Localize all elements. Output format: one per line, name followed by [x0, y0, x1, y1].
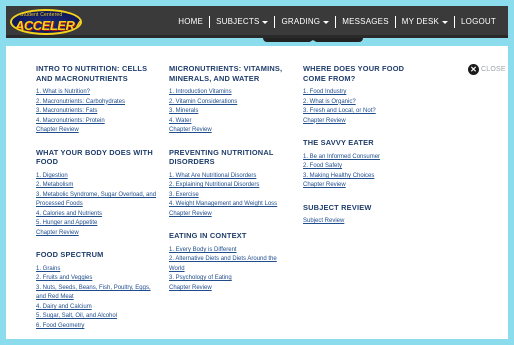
lesson-list: 1. What Are Nutritional Disorders 2. Expl… [169, 172, 293, 210]
lesson-link[interactable]: 4. Weight Management and Weight Loss [169, 200, 293, 210]
lesson-link[interactable]: 1. What Are Nutritional Disorders [169, 172, 293, 182]
lesson-link[interactable]: 3. Macronutrients: Fats [36, 107, 160, 117]
chapter-review-link[interactable]: Subject Review [303, 217, 427, 227]
lesson-link[interactable]: 3. Making Healthy Choices [303, 172, 427, 182]
chapter-section: PREVENTING NUTRITIONAL DISORDERS 1. What … [169, 148, 293, 220]
logo-name: ACCELERATE [15, 18, 82, 33]
lesson-list: 1. Food Industry 2. What is Organic? 3. Fr… [303, 88, 427, 117]
lesson-list: 1. Introduction Vitamins 2. Vitamin Consi… [169, 88, 293, 126]
chapter-title: PREVENTING NUTRITIONAL DISORDERS [169, 147, 274, 167]
lesson-link[interactable]: 2. Metabolism [36, 181, 160, 191]
lesson-link[interactable]: 1. Every Body is Different [169, 246, 293, 256]
lesson-link[interactable]: 2. Vitamin Considerations [169, 98, 293, 108]
lesson-link[interactable]: 2. Fruits and Veggies [36, 274, 160, 284]
chapter-title: EATING IN CONTEXT [169, 231, 247, 241]
subjects-dropdown-panel: ✕ CLOSE INTRO TO NUTRITION: CELLS AND MA… [6, 46, 508, 339]
lesson-link[interactable]: 1. Digestion [36, 172, 160, 182]
close-button[interactable]: ✕ CLOSE [468, 64, 506, 75]
chapter-section: MICRONUTRIENTS: VITAMINS, MINERALS, AND … [169, 64, 293, 136]
lesson-link[interactable]: 2. Macronutrients: Carbohydrates [36, 98, 160, 108]
chapter-section: INTRO TO NUTRITION: CELLS AND MACRONUTRI… [36, 64, 160, 136]
lesson-link[interactable]: 3. Fresh and Local, or Not? [303, 107, 427, 117]
chapter-review-link[interactable]: Chapter Review [303, 117, 427, 127]
nav-messages[interactable]: MESSAGES [336, 16, 395, 28]
chapter-review-link[interactable]: Chapter Review [36, 126, 160, 136]
chapter-title: WHERE DOES YOUR FOOD COME FROM? [303, 64, 405, 83]
chapter-review-link[interactable]: Chapter Review [303, 181, 427, 191]
lesson-link[interactable]: 3. Nuts, Seeds, Beans, Fish, Poultry, Eg… [36, 284, 160, 303]
nav-subjects[interactable]: SUBJECTS [210, 16, 274, 28]
lesson-link[interactable]: 1. What is Nutrition? [36, 88, 160, 98]
lesson-link[interactable]: 6. Food Geometry [36, 322, 160, 332]
lesson-link[interactable]: 2. Explaining Nutritional Disorders [169, 181, 293, 191]
chapter-column: MICRONUTRIENTS: VITAMINS, MINERALS, AND … [169, 64, 293, 305]
nav-my-desk[interactable]: MY DESK [396, 16, 454, 28]
lesson-link[interactable]: 1. Be an Informed Consumer [303, 153, 427, 163]
chapter-column: INTRO TO NUTRITION: CELLS AND MACRONUTRI… [36, 64, 160, 339]
chapter-title: INTRO TO NUTRITION: CELLS AND MACRONUTRI… [36, 64, 148, 83]
chapter-section: FOOD SPECTRUM 1. Grains 2. Fruits and Vegg… [36, 250, 160, 331]
chevron-down-icon [442, 20, 449, 24]
nav-logout[interactable]: LOGOUT [455, 16, 502, 28]
chapter-section: WHERE DOES YOUR FOOD COME FROM? 1. Food I… [303, 64, 427, 126]
lesson-list: 1. Every Body is Different 2. Alternative… [169, 246, 293, 284]
chapter-title: SUBJECT REVIEW [303, 202, 372, 212]
lesson-link[interactable]: 3. Psychology of Eating [169, 274, 293, 284]
lesson-link[interactable]: 5. Sugar, Salt, Oil, and Alcohol [36, 312, 160, 322]
lesson-link[interactable]: 3. Metabolic Syndrome, Sugar Overload, a… [36, 191, 160, 210]
chapter-section: EATING IN CONTEXT 1. Every Body is Differ… [169, 231, 293, 293]
chapter-section: SUBJECT REVIEW Subject Review [303, 203, 427, 227]
nav-my-desk-label: MY DESK [401, 17, 440, 26]
lesson-link[interactable]: 1. Introduction Vitamins [169, 88, 293, 98]
chapter-review-link[interactable]: Chapter Review [169, 126, 293, 136]
chapter-section: THE SAVVY EATER 1. Be an Informed Consume… [303, 138, 427, 191]
lesson-link[interactable]: 1. Grains [36, 265, 160, 275]
chevron-down-icon [323, 20, 330, 24]
lesson-link[interactable]: 1. Food Industry [303, 88, 427, 98]
lesson-list: 1. Be an Informed Consumer 2. Food Safety… [303, 153, 427, 182]
nav-grading-label: GRADING [281, 17, 321, 26]
chapter-title: FOOD SPECTRUM [36, 250, 104, 260]
nav-logout-label: LOGOUT [461, 17, 496, 26]
top-navbar: Student Centered ACCELERATE HOME SUBJECT… [6, 6, 508, 38]
nav-home-label: HOME [178, 17, 204, 26]
chapter-column: WHERE DOES YOUR FOOD COME FROM? 1. Food I… [303, 64, 427, 239]
lesson-link[interactable]: 3. Minerals [169, 107, 293, 117]
lesson-list: 1. Grains 2. Fruits and Veggies 3. Nuts, S… [36, 265, 160, 332]
lesson-link[interactable]: 4. Macronutrients: Protein [36, 117, 160, 127]
close-label: CLOSE [481, 66, 506, 73]
chevron-down-icon [262, 20, 269, 24]
chapter-title: WHAT YOUR BODY DOES WITH FOOD [36, 147, 153, 167]
lesson-link[interactable]: 4. Calories and Nutrients [36, 210, 160, 220]
accelerate-logo[interactable]: Student Centered ACCELERATE [10, 9, 82, 35]
close-icon: ✕ [468, 64, 479, 75]
chapter-section: WHAT YOUR BODY DOES WITH FOOD 1. Digestio… [36, 148, 160, 239]
main-nav: HOME SUBJECTS GRADING MESSAGES MY DESK L… [172, 6, 502, 38]
lesson-link[interactable]: 4. Water [169, 117, 293, 127]
lesson-link[interactable]: 3. Exercise [169, 191, 293, 201]
lesson-link[interactable]: 5. Hunger and Appetite [36, 219, 160, 229]
chapter-title: MICRONUTRIENTS: VITAMINS, MINERALS, AND … [169, 64, 283, 83]
chapter-review-link[interactable]: Chapter Review [169, 210, 293, 220]
lesson-list: 1. Digestion 2. Metabolism 3. Metabolic Sy… [36, 172, 160, 229]
lesson-link[interactable]: 2. Alternative Diets and Diets Around th… [169, 255, 293, 274]
nav-subjects-label: SUBJECTS [216, 17, 260, 26]
nav-home[interactable]: HOME [172, 16, 209, 28]
lesson-list: 1. What is Nutrition? 2. Macronutrients: … [36, 88, 160, 126]
nav-grading[interactable]: GRADING [275, 16, 335, 28]
nav-messages-label: MESSAGES [342, 17, 389, 26]
chapter-title: THE SAVVY EATER [303, 138, 374, 148]
chapter-review-link[interactable]: Chapter Review [169, 284, 293, 294]
lesson-link[interactable]: 2. What is Organic? [303, 98, 427, 108]
lesson-link[interactable]: 2. Food Safety [303, 162, 427, 172]
lesson-link[interactable]: 4. Dairy and Calcium [36, 303, 160, 313]
chapter-review-link[interactable]: Chapter Review [36, 229, 160, 239]
